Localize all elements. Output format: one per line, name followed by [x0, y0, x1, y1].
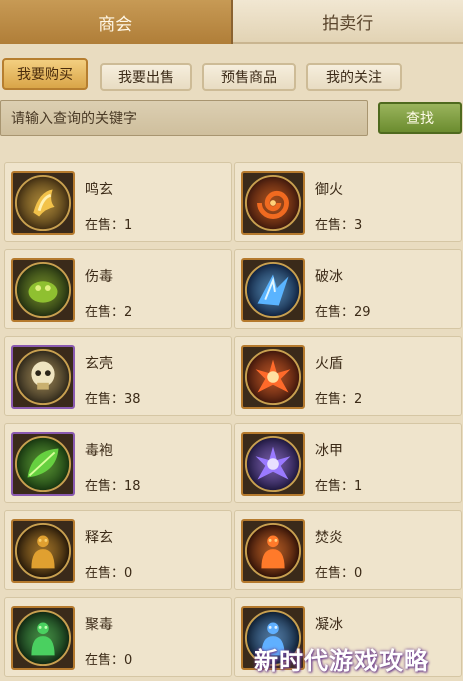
- subtab-presale[interactable]: 预售商品: [202, 63, 296, 91]
- item-name: 御火: [315, 182, 343, 198]
- item-stock: 在售：1: [85, 214, 132, 233]
- stock-label: 在售：: [85, 479, 125, 494]
- item-name: 冰甲: [315, 443, 343, 459]
- item-name: 聚毒: [85, 617, 113, 633]
- stock-count: 18: [124, 479, 141, 494]
- item-name: 破冰: [315, 269, 343, 285]
- item-card[interactable]: 破冰在售：29: [234, 249, 462, 329]
- stock-count: 0: [124, 653, 133, 668]
- item-name: 伤毒: [85, 269, 113, 285]
- stock-count: 38: [124, 392, 141, 407]
- top-tab-bar: 商会 拍卖行: [0, 0, 463, 44]
- stock-label: 在售：: [315, 392, 355, 407]
- golden-claw-icon: [11, 171, 75, 235]
- item-card[interactable]: 焚炎在售：0: [234, 510, 462, 590]
- stock-count: 1: [354, 479, 363, 494]
- stock-label: 在售：: [315, 305, 355, 320]
- item-stock: 在售：0: [85, 649, 132, 668]
- stock-label: 在售：: [315, 479, 355, 494]
- item-card[interactable]: 伤毒在售：2: [4, 249, 232, 329]
- item-card[interactable]: 冰甲在售：1: [234, 423, 462, 503]
- fire-swirl-icon: [241, 171, 305, 235]
- item-card[interactable]: 御火在售：3: [234, 162, 462, 242]
- stock-count: 1: [124, 218, 133, 233]
- stock-label: 在售：: [85, 392, 125, 407]
- item-card[interactable]: 聚毒在售：0: [4, 597, 232, 677]
- item-card[interactable]: 释玄在售：0: [4, 510, 232, 590]
- item-stock: 在售：3: [315, 214, 362, 233]
- item-name: 释玄: [85, 530, 113, 546]
- subtab-buy[interactable]: 我要购买: [2, 58, 88, 90]
- dark-figure-icon: [11, 519, 75, 583]
- item-card[interactable]: 毒袍在售：18: [4, 423, 232, 503]
- item-card[interactable]: 鸣玄在售：1: [4, 162, 232, 242]
- stock-count: 3: [354, 218, 363, 233]
- item-stock: 在售：2: [315, 388, 362, 407]
- item-stock: 在售：0: [85, 562, 132, 581]
- stock-count: 2: [354, 392, 363, 407]
- tab-auction-house[interactable]: 拍卖行: [232, 0, 463, 44]
- fire-shield-icon: [241, 345, 305, 409]
- item-name: 火盾: [315, 356, 343, 372]
- item-name: 鸣玄: [85, 182, 113, 198]
- search-button[interactable]: 查找: [378, 102, 462, 134]
- stock-count: 0: [354, 566, 363, 581]
- item-card[interactable]: 玄壳在售：38: [4, 336, 232, 416]
- ice-shard-icon: [241, 258, 305, 322]
- item-card[interactable]: 火盾在售：2: [234, 336, 462, 416]
- stock-count: 29: [354, 305, 371, 320]
- stock-label: 在售：: [315, 218, 355, 233]
- item-stock: 在售：2: [85, 301, 132, 320]
- item-name: 毒袍: [85, 443, 113, 459]
- stock-label: 在售：: [85, 566, 125, 581]
- poison-creature-icon: [11, 258, 75, 322]
- item-name: 玄壳: [85, 356, 113, 372]
- item-stock: 在售：0: [315, 562, 362, 581]
- stock-count: 0: [124, 566, 133, 581]
- stock-label: 在售：: [85, 218, 125, 233]
- subtab-watchlist[interactable]: 我的关注: [306, 63, 402, 91]
- stock-count: 2: [124, 305, 133, 320]
- ice-armor-icon: [241, 432, 305, 496]
- stock-label: 在售：: [315, 566, 355, 581]
- subtab-sell[interactable]: 我要出售: [100, 63, 192, 91]
- skull-shell-icon: [11, 345, 75, 409]
- sub-tab-bar: 我要购买 我要出售 预售商品 我的关注: [0, 58, 463, 91]
- search-input[interactable]: 请输入查询的关键字: [0, 100, 368, 136]
- item-stock: 在售：1: [315, 475, 362, 494]
- flame-figure-icon: [241, 519, 305, 583]
- poison-robe-icon: [11, 432, 75, 496]
- stock-label: 在售：: [85, 653, 125, 668]
- item-stock: 在售：38: [85, 388, 141, 407]
- watermark: 新时代游戏攻略: [254, 647, 429, 675]
- tab-chamber-of-commerce[interactable]: 商会: [0, 0, 233, 44]
- item-stock: 在售：18: [85, 475, 141, 494]
- item-stock: 在售：29: [315, 301, 371, 320]
- poison-figure-icon: [11, 606, 75, 670]
- item-name: 焚炎: [315, 530, 343, 546]
- stock-label: 在售：: [85, 305, 125, 320]
- search-bar: 请输入查询的关键字 查找: [0, 100, 463, 136]
- item-name: 凝冰: [315, 617, 343, 633]
